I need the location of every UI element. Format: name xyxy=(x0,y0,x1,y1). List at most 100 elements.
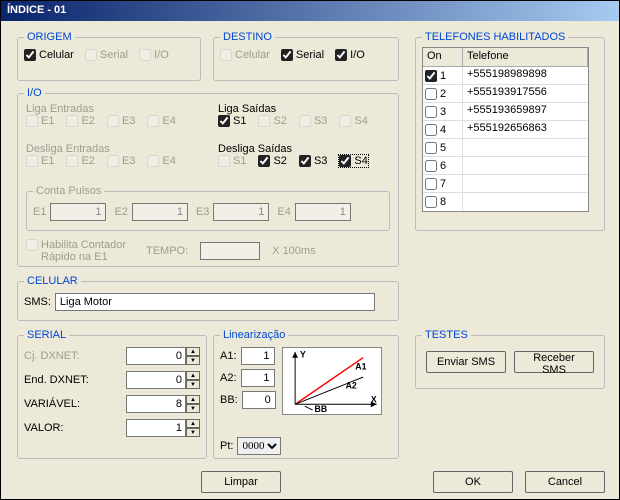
origem-celular-check[interactable] xyxy=(24,49,36,61)
telefone-row[interactable]: 6 xyxy=(423,157,588,175)
serial-group: SERIAL Cj. DXNET:▲▼End. DXNET:▲▼VARIÁVEL… xyxy=(17,329,207,459)
cancel-button[interactable]: Cancel xyxy=(525,471,605,493)
conta-pulsos-e2-label: E2 xyxy=(114,206,127,218)
origem-io-check xyxy=(139,49,151,61)
desliga-entrada-e1: E1 xyxy=(26,155,54,167)
telefone-row[interactable]: 8 xyxy=(423,193,588,211)
liga-saida-s4-check xyxy=(339,115,351,127)
desliga-saida-s3[interactable]: S3 xyxy=(299,155,327,167)
serial-end-dxnet-down[interactable]: ▼ xyxy=(186,380,200,389)
receber-sms-button[interactable]: Receber SMS xyxy=(514,351,594,373)
telefone-number[interactable]: +555198989898 xyxy=(463,67,588,84)
destino-legend: DESTINO xyxy=(220,31,275,43)
telefone-index: 2 xyxy=(440,88,446,100)
liga-entradas: Liga Entradas E1E2E3E4 xyxy=(26,103,184,127)
conta-pulsos-e4-input xyxy=(295,203,351,221)
serial-variavel-up[interactable]: ▲ xyxy=(186,395,200,404)
desliga-saida-s2[interactable]: S2 xyxy=(258,155,286,167)
liga-entrada-e2-check xyxy=(66,115,78,127)
telefone-on-check[interactable] xyxy=(425,160,437,172)
liga-saida-s3: S3 xyxy=(299,115,327,127)
desliga-saida-s2-check[interactable] xyxy=(258,155,270,167)
serial-valor-input[interactable] xyxy=(126,419,186,437)
telefone-number[interactable] xyxy=(463,139,588,156)
serial-cj-dxnet-down[interactable]: ▼ xyxy=(186,356,200,365)
serial-variavel-label: VARIÁVEL: xyxy=(24,398,80,410)
origem-group: ORIGEM Celular Serial I/O xyxy=(17,31,201,81)
serial-end-dxnet-up[interactable]: ▲ xyxy=(186,371,200,380)
telefone-row[interactable]: 3+555193659897 xyxy=(423,103,588,121)
serial-end-dxnet-label: End. DXNET: xyxy=(24,374,89,386)
celular-legend: CELULAR xyxy=(24,275,81,287)
destino-io[interactable]: I/O xyxy=(335,49,365,61)
telefone-row[interactable]: 2 +555193917556 xyxy=(423,85,588,103)
telefone-number[interactable]: +555193917556 xyxy=(463,85,588,102)
linearizacao-group: Linearização A1: A2: BB: Y xyxy=(213,329,399,459)
conta-pulsos-e4-label: E4 xyxy=(277,206,290,218)
limpar-button[interactable]: Limpar xyxy=(201,471,281,493)
telefone-on-check[interactable] xyxy=(425,70,437,82)
telefone-number[interactable]: +555192656863 xyxy=(463,121,588,138)
linearizacao-legend: Linearização xyxy=(220,329,288,341)
desliga-saida-s4[interactable]: S4 xyxy=(339,155,367,167)
telefone-number[interactable] xyxy=(463,175,588,192)
destino-group: DESTINO Celular Serial I/O xyxy=(213,31,399,81)
lin-a1-input[interactable] xyxy=(241,347,275,365)
col-telefone[interactable]: Telefone xyxy=(463,48,588,66)
liga-saidas-label: Liga Saídas xyxy=(218,103,376,115)
io-group: I/O Liga Entradas E1E2E3E4 Liga Saídas S… xyxy=(17,87,399,267)
sms-input[interactable] xyxy=(55,293,375,311)
desliga-entrada-e1-check xyxy=(26,155,38,167)
telefone-on-check[interactable] xyxy=(425,106,437,118)
liga-saida-s1-check[interactable] xyxy=(218,115,230,127)
telefone-on-check[interactable] xyxy=(425,196,437,208)
telefone-number[interactable] xyxy=(463,193,588,211)
liga-entrada-e1-check xyxy=(26,115,38,127)
telefone-row[interactable]: 1+555198989898 xyxy=(423,67,588,85)
liga-saidas: Liga Saídas S1S2S3S4 xyxy=(218,103,376,127)
serial-cj-dxnet-input[interactable] xyxy=(126,347,186,365)
enviar-sms-button[interactable]: Enviar SMS xyxy=(426,351,506,373)
window-title: ÍNDICE - 01 xyxy=(7,4,66,16)
lin-a2-input[interactable] xyxy=(241,369,275,387)
sms-label: SMS: xyxy=(24,296,51,308)
serial-end-dxnet-input[interactable] xyxy=(126,371,186,389)
destino-serial[interactable]: Serial xyxy=(281,49,324,61)
serial-variavel-down[interactable]: ▼ xyxy=(186,404,200,413)
destino-io-check[interactable] xyxy=(335,49,347,61)
destino-serial-check[interactable] xyxy=(281,49,293,61)
serial-cj-dxnet-up[interactable]: ▲ xyxy=(186,347,200,356)
lin-bb-input[interactable] xyxy=(242,391,276,409)
hab-contador-row: Habilita Contador Rápido na E1 TEMPO: X … xyxy=(26,239,316,263)
telefones-group: TELEFONES HABILITADOS On Telefone 1+5551… xyxy=(415,31,605,231)
telefone-on-check[interactable] xyxy=(425,142,437,154)
desliga-saida-s3-check[interactable] xyxy=(299,155,311,167)
lin-chart: Y X A1 A2 BB xyxy=(282,347,382,415)
telefone-on-check[interactable] xyxy=(425,124,437,136)
telefone-row[interactable]: 4 +555192656863 xyxy=(423,121,588,139)
io-legend: I/O xyxy=(24,87,45,99)
origem-celular[interactable]: Celular xyxy=(24,49,74,61)
desliga-saida-s4-check[interactable] xyxy=(339,155,351,167)
serial-valor-up[interactable]: ▲ xyxy=(186,419,200,428)
telefone-number[interactable] xyxy=(463,157,588,174)
origem-serial-check xyxy=(85,49,97,61)
serial-valor-down[interactable]: ▼ xyxy=(186,428,200,437)
liga-saida-s1[interactable]: S1 xyxy=(218,115,246,127)
destino-celular-check xyxy=(220,49,232,61)
serial-variavel-input[interactable] xyxy=(126,395,186,413)
telefone-on-check[interactable] xyxy=(425,88,437,100)
telefone-number[interactable]: +555193659897 xyxy=(463,103,588,120)
lin-pt-row: Pt: 0000 xyxy=(220,437,281,455)
conta-pulsos-e1-input xyxy=(50,203,106,221)
ok-button[interactable]: OK xyxy=(433,471,513,493)
lin-pt-select[interactable]: 0000 xyxy=(237,437,281,455)
lin-a2-label: A2: xyxy=(220,372,237,384)
telefone-row[interactable]: 7 xyxy=(423,175,588,193)
telefone-index: 4 xyxy=(440,124,446,136)
col-on[interactable]: On xyxy=(423,48,463,66)
telefone-row[interactable]: 5 xyxy=(423,139,588,157)
telefone-index: 8 xyxy=(440,196,446,208)
celular-group: CELULAR SMS: xyxy=(17,275,399,321)
telefone-on-check[interactable] xyxy=(425,178,437,190)
